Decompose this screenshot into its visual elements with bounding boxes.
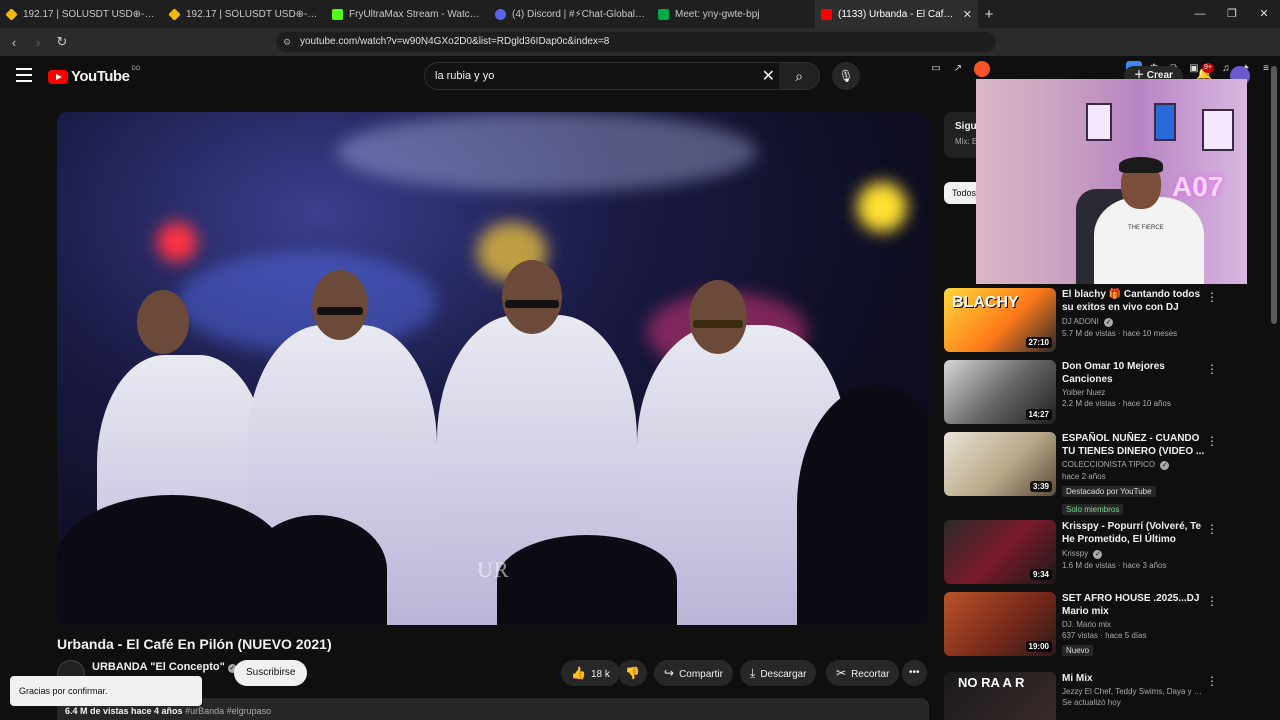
back-icon[interactable]: ‹ [4,35,24,50]
search-input[interactable]: la rubia y yo [435,70,494,82]
recommendation-item[interactable]: BLACHY 27:10 El blachy 🎁 Cantando todos … [944,288,1270,354]
more-vertical-icon[interactable]: ⋮ [1206,674,1218,688]
share-button[interactable]: ↪ Compartir [654,660,733,686]
featured-badge: Destacado por YouTube [1062,486,1156,497]
video-thumbnail[interactable]: 14:27 [944,360,1056,424]
minimize-icon[interactable]: — [1184,0,1216,28]
streamer-shirt: THE FIERCE [1094,197,1204,284]
new-badge: Nuevo [1062,645,1094,656]
meet-icon [658,8,669,20]
subscribe-button[interactable]: Suscribirse [234,660,308,686]
scissors-icon: ✂ [836,666,847,680]
verified-icon: ✓ [1093,550,1103,559]
thumbs-up-icon: 👍 [571,666,586,680]
search-icon[interactable]: ⌕ [779,63,819,89]
video-thumbnail[interactable]: 9:34 [944,520,1056,584]
video-player[interactable]: UR [57,112,929,625]
microphone-icon[interactable]: 🎙 [832,62,860,90]
channel-name[interactable]: URBANDA "El Concepto" ✓ [92,661,237,673]
more-actions-button[interactable]: ••• [902,660,927,686]
discord-icon [495,8,506,20]
recommendation-item[interactable]: NO RA A R Mi Mix Jezzy El Chef, Teddy Sw… [944,672,1270,720]
video-title: Urbanda - El Café En Pilón (NUEVO 2021) [57,636,332,652]
channel-watermark: UR [477,557,510,582]
browser-tab-1[interactable]: 192.17 | SOLUSDT USD⊕-Margined P [0,0,163,28]
more-vertical-icon[interactable]: ⋮ [1206,522,1218,536]
browser-tab-4[interactable]: (4) Discord | #⚡Chat-Global | A [489,0,652,28]
download-button[interactable]: ⤓ Descargar [740,660,817,686]
page-scrollbar[interactable] [1271,66,1277,324]
video-thumbnail[interactable]: 19:00 [944,592,1056,656]
browser-toolbar: ‹ › ↻ ⚙ youtube.com/watch?v=w90N4GXo2D0&… [0,28,1280,77]
binance-icon [5,7,18,21]
download-icon: ⤓ [750,666,756,680]
close-tab-icon[interactable]: ✕ [963,8,972,21]
toast-message: Gracias por confirmar. [10,676,202,706]
maximize-icon[interactable]: ❐ [1216,0,1248,28]
verified-icon: ✓ [1104,318,1114,327]
site-info-icon[interactable]: ⚙ [283,32,291,52]
recommendation-item[interactable]: 3:39 ESPAÑOL NUÑEZ - CUANDO TU TIENES DI… [944,432,1270,515]
youtube-play-icon [48,69,68,84]
neon-sign: A07 [1172,171,1224,202]
youtube-logo[interactable]: YouTube DO [48,66,140,85]
hamburger-menu-icon[interactable] [16,68,32,86]
more-vertical-icon[interactable]: ⋮ [1206,434,1218,448]
more-vertical-icon[interactable]: ⋮ [1206,594,1218,608]
browser-tab-2[interactable]: 192.17 | SOLUSDT USD⊕-Margined P [163,0,326,28]
streamer-webcam-overlay: A07 THE FIERCE [976,79,1247,284]
browser-tab-3[interactable]: FryUltraMax Stream - Watch Live [326,0,489,28]
close-window-icon[interactable]: ✕ [1248,0,1280,28]
new-tab-button[interactable]: + [978,6,1000,23]
more-vertical-icon[interactable]: ⋮ [1206,362,1218,376]
thumbs-down-icon: 👎 [625,666,640,680]
video-thumbnail[interactable]: BLACHY 27:10 [944,288,1056,352]
recommendation-item[interactable]: 14:27 Don Omar 10 Mejores Canciones Yoib… [944,360,1270,426]
address-bar[interactable]: ⚙ youtube.com/watch?v=w90N4GXo2D0&list=R… [276,32,996,52]
verified-icon: ✓ [1160,461,1170,470]
clear-search-icon[interactable]: ✕ [762,66,775,86]
search-box[interactable]: la rubia y yo ✕ ⌕ [424,62,820,90]
reload-icon[interactable]: ↻ [52,34,72,50]
binance-icon [168,7,181,21]
browser-tab-5[interactable]: Meet: yny-gwte-bpj [652,0,815,28]
youtube-favicon-icon [821,8,832,20]
share-arrow-icon: ↪ [664,666,675,680]
recommendation-item[interactable]: 9:34 Krisspy - Popurrí (Volveré, Te He P… [944,520,1270,586]
browser-tab-6-active[interactable]: (1133) Urbanda - El Café En P✕ [815,0,978,28]
dislike-button[interactable]: 👎 [618,660,647,686]
like-button[interactable]: 👍 18 k [561,660,620,686]
notification-badge: 9+ [1202,63,1214,73]
recommendation-item[interactable]: 19:00 SET AFRO HOUSE .2025...DJ Mario mi… [944,592,1270,658]
mix-thumbnail[interactable]: NO RA A R [944,672,1056,720]
kick-icon [332,8,343,20]
more-vertical-icon[interactable]: ⋮ [1206,290,1218,304]
members-only-badge: Solo miembros [1062,504,1124,515]
video-thumbnail[interactable]: 3:39 [944,432,1056,496]
clip-button[interactable]: ✂ Recortar [826,660,900,686]
window-controls: — ❐ ✕ [1184,0,1280,28]
browser-tab-bar: 192.17 | SOLUSDT USD⊕-Margined P 192.17 … [0,0,1280,28]
forward-icon[interactable]: › [28,35,48,50]
more-horizontal-icon: ••• [909,667,920,678]
